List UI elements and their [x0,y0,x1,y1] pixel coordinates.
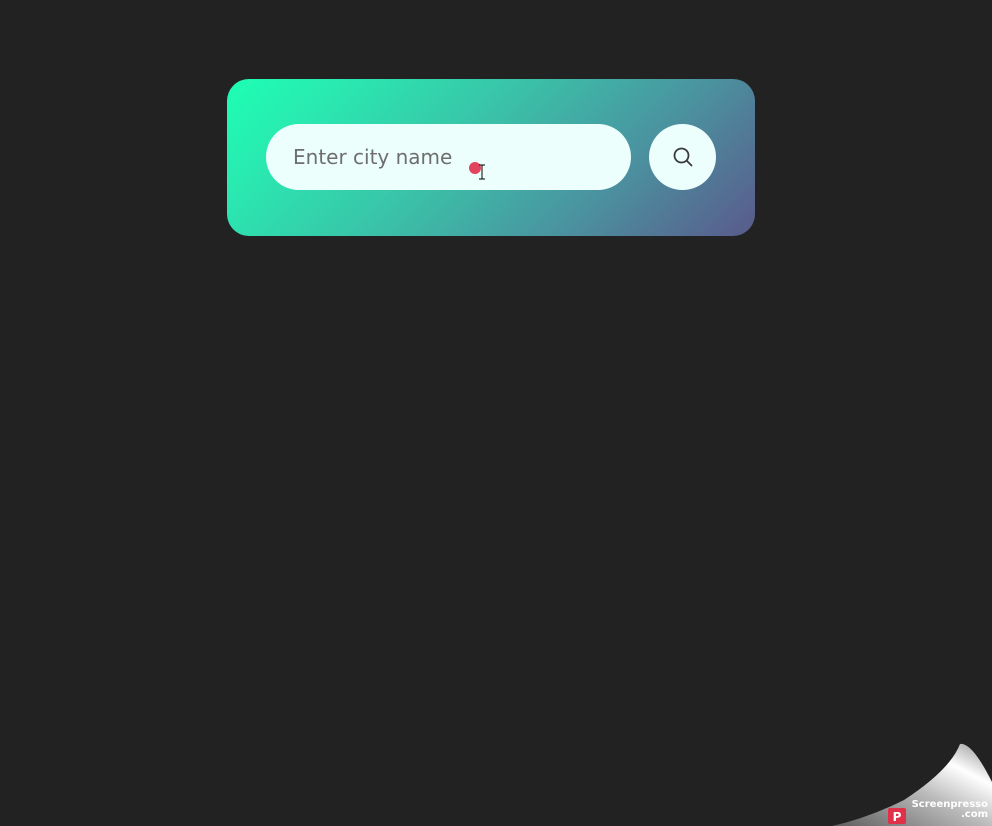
search-icon [673,147,692,167]
svg-text:P: P [893,810,902,824]
search-card [227,79,755,236]
search-input[interactable] [293,137,593,177]
search-field-container[interactable] [266,124,631,190]
watermark-domain: .com [960,809,988,820]
text-cursor-icon [479,164,485,180]
search-button[interactable] [649,124,716,190]
watermark: Screenpresso .com [912,800,988,820]
page: P Screenpresso .com [0,0,992,826]
